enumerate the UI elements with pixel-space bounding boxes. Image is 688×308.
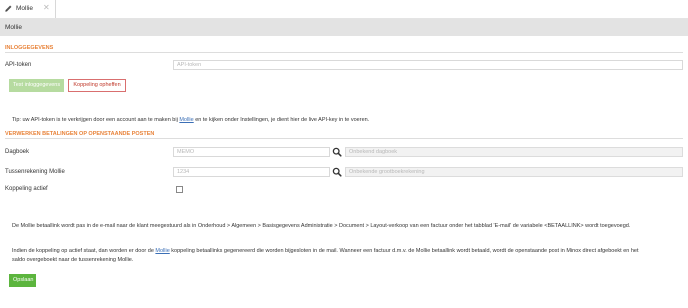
interim-account-description bbox=[345, 167, 683, 177]
tab-bar: Mollie ✕ bbox=[0, 0, 688, 19]
page-title: Mollie bbox=[5, 24, 22, 31]
interim-account-label: Tussenrekening Mollie bbox=[5, 169, 65, 175]
login-section-title: INLOGGEGEVENS bbox=[5, 45, 54, 51]
tab-title: Mollie bbox=[16, 5, 33, 12]
link-active-checkbox[interactable] bbox=[176, 186, 183, 193]
active-info-text: Indien de koppeling op actief staat, dan… bbox=[12, 248, 639, 254]
test-credentials-button[interactable]: Test inloggegevens bbox=[9, 79, 64, 92]
journal-input[interactable] bbox=[173, 147, 330, 157]
save-button[interactable]: Opslaan bbox=[9, 274, 36, 287]
api-token-input[interactable] bbox=[173, 60, 683, 70]
pencil-icon bbox=[5, 5, 12, 12]
journal-search-icon[interactable] bbox=[332, 147, 342, 157]
mollie-link[interactable]: Mollie bbox=[155, 248, 169, 254]
tip-text: Tip: uw API-token is te verkrijgen door … bbox=[12, 117, 370, 123]
api-token-label: API-token bbox=[5, 62, 32, 68]
page-title-bar: Mollie bbox=[0, 19, 688, 36]
mollie-link[interactable]: Mollie bbox=[179, 117, 193, 123]
section-divider bbox=[5, 52, 683, 53]
active-info-text-line2: saldo overgeboekt naar de tussenrekening… bbox=[12, 257, 134, 263]
tab-mollie[interactable]: Mollie ✕ bbox=[0, 0, 56, 18]
betaallink-info-text: De Mollie betaallink wordt pas in de e-m… bbox=[12, 223, 631, 229]
journal-label: Dagboek bbox=[5, 149, 30, 155]
interim-account-search-icon[interactable] bbox=[332, 167, 342, 177]
unlink-button[interactable]: Koppeling opheffen bbox=[68, 79, 126, 92]
journal-description bbox=[345, 147, 683, 157]
close-icon[interactable]: ✕ bbox=[43, 4, 50, 12]
link-active-label: Koppeling actief bbox=[5, 186, 48, 192]
interim-account-input[interactable] bbox=[173, 167, 330, 177]
processing-section-title: VERWERKEN BETALINGEN OP OPENSTAANDE POST… bbox=[5, 131, 155, 137]
section-divider bbox=[5, 138, 683, 139]
